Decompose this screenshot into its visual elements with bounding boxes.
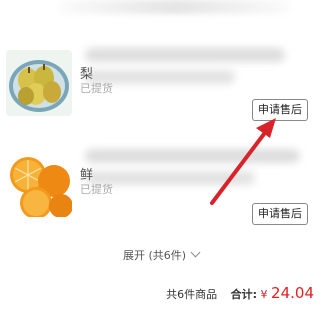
orange-product-image[interactable] <box>6 151 72 217</box>
blurred-product-title <box>85 48 285 62</box>
item-count: 共6件商品 <box>166 288 218 301</box>
total-amount: 24.04 <box>271 284 314 302</box>
expand-items-toggle[interactable]: 展开 (共6件) <box>0 247 322 265</box>
order-summary: 共6件商品 合计: ¥ 24.04 <box>166 284 314 304</box>
pickup-status: 已提货 <box>80 183 113 196</box>
chevron-down-icon <box>190 247 201 258</box>
apply-aftersale-button[interactable]: 申请售后 <box>252 99 308 121</box>
blurred-product-title <box>85 149 300 163</box>
order-item[interactable]: 梨 已提货 申请售后 <box>0 40 322 145</box>
expand-label: 展开 (共6件) <box>122 249 187 262</box>
apply-aftersale-button[interactable]: 申请售后 <box>252 203 308 225</box>
order-item[interactable]: 鲜 已提货 申请售后 <box>0 145 322 250</box>
pickup-status: 已提货 <box>80 82 113 95</box>
pear-product-image[interactable] <box>6 50 72 116</box>
blurred-header <box>60 0 290 14</box>
total-label: 合计: <box>230 288 258 301</box>
currency-symbol: ¥ <box>260 288 268 301</box>
